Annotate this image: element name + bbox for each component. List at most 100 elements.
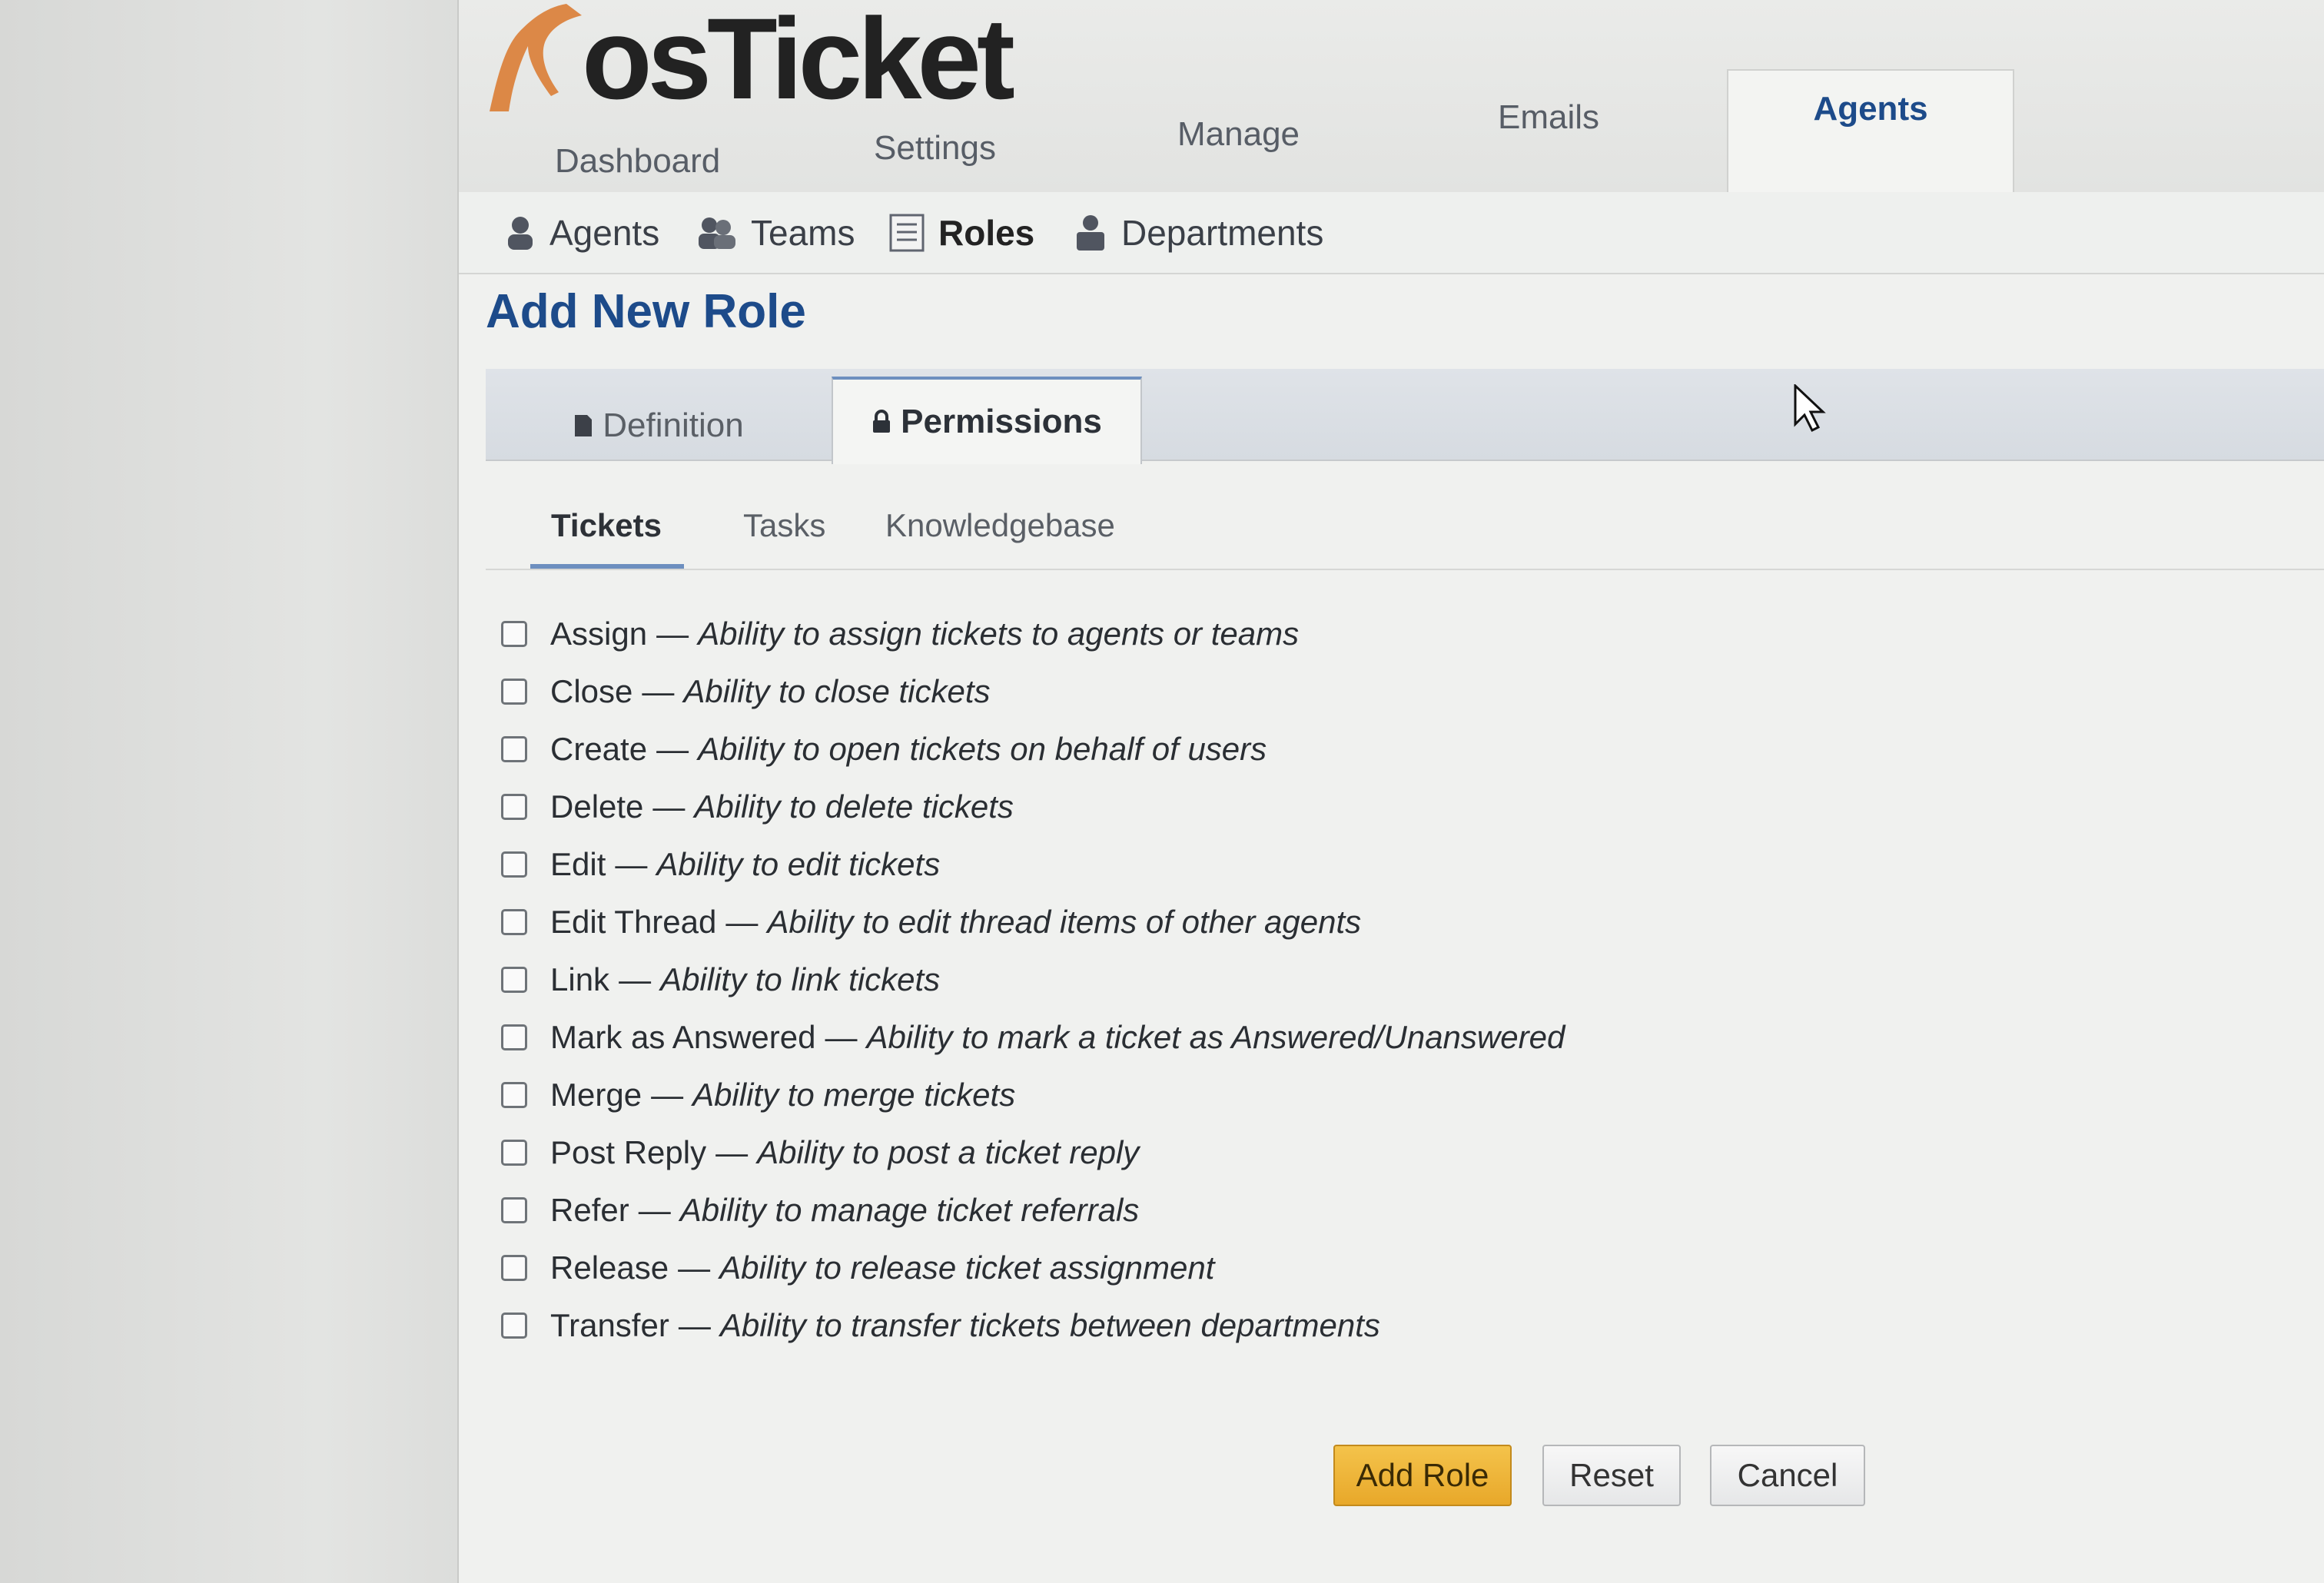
subnav-agents[interactable]: Agents bbox=[505, 192, 659, 273]
permission-description: Ability to edit tickets bbox=[656, 846, 941, 882]
permission-checkbox[interactable] bbox=[501, 1313, 527, 1339]
tab-permissions[interactable]: Permissions bbox=[832, 377, 1142, 464]
permission-name: Close bbox=[550, 673, 633, 709]
permission-subtabs: Tickets Tasks Knowledgebase bbox=[486, 492, 2324, 570]
separator: — bbox=[619, 961, 652, 997]
permission-checkbox[interactable] bbox=[501, 794, 527, 820]
subnav-departments[interactable]: Departments bbox=[1074, 192, 1323, 273]
permission-row: Close — Ability to close tickets bbox=[501, 665, 991, 718]
permission-checkbox[interactable] bbox=[501, 1197, 527, 1223]
osticket-admin-page: osTicket Dashboard Settings Manage Email… bbox=[457, 0, 2324, 1583]
permission-row: Release — Ability to release ticket assi… bbox=[501, 1241, 1214, 1295]
subnav-label: Agents bbox=[549, 212, 660, 253]
permission-name: Release bbox=[550, 1249, 669, 1286]
subtab-tasks[interactable]: Tasks bbox=[743, 507, 825, 544]
permission-checkbox[interactable] bbox=[501, 736, 527, 762]
permission-row: Transfer — Ability to transfer tickets b… bbox=[501, 1299, 1380, 1352]
permission-checkbox[interactable] bbox=[501, 1140, 527, 1166]
subnav-roles[interactable]: Roles bbox=[889, 192, 1034, 273]
form-tabs: Definition Permissions bbox=[486, 369, 2324, 464]
list-icon bbox=[889, 214, 925, 251]
separator: — bbox=[715, 1134, 749, 1170]
permission-name: Edit Thread bbox=[550, 904, 717, 940]
user-icon bbox=[508, 216, 533, 250]
separator: — bbox=[656, 616, 689, 652]
department-icon bbox=[1077, 214, 1104, 251]
permission-name: Refer bbox=[550, 1192, 629, 1228]
desktop-margin bbox=[0, 0, 457, 1583]
permission-checkbox[interactable] bbox=[501, 909, 527, 935]
separator: — bbox=[656, 731, 689, 767]
permission-name: Delete bbox=[550, 788, 644, 825]
permission-name: Assign bbox=[550, 616, 648, 652]
separator: — bbox=[678, 1307, 711, 1343]
mouse-cursor-icon bbox=[1794, 384, 1826, 433]
form-tab-label: Definition bbox=[603, 407, 744, 444]
permission-name: Post Reply bbox=[550, 1134, 707, 1170]
permission-name: Merge bbox=[550, 1077, 642, 1113]
subnav-teams[interactable]: Teams bbox=[697, 192, 855, 273]
permission-checkbox[interactable] bbox=[501, 1255, 527, 1281]
permission-checkbox[interactable] bbox=[501, 967, 527, 993]
permission-description: Ability to delete tickets bbox=[694, 788, 1014, 825]
active-tab-indicator bbox=[530, 564, 684, 569]
separator: — bbox=[615, 846, 648, 882]
subnav-label: Departments bbox=[1121, 212, 1324, 253]
permission-name: Link bbox=[550, 961, 610, 997]
lock-icon bbox=[873, 410, 891, 433]
separator: — bbox=[725, 904, 759, 940]
permission-checkbox[interactable] bbox=[501, 679, 527, 705]
permission-checkbox[interactable] bbox=[501, 1024, 527, 1050]
permission-row: Delete — Ability to delete tickets bbox=[501, 780, 1014, 834]
permission-checkbox[interactable] bbox=[501, 621, 527, 647]
main-nav: Dashboard Settings Manage Emails Agents bbox=[459, 69, 2324, 194]
permission-description: Ability to post a ticket reply bbox=[757, 1134, 1140, 1170]
permission-description: Ability to merge tickets bbox=[692, 1077, 1016, 1113]
permission-row: Assign — Ability to assign tickets to ag… bbox=[501, 607, 1299, 661]
team-icon bbox=[699, 217, 735, 249]
permission-row: Edit — Ability to edit tickets bbox=[501, 838, 940, 891]
header: osTicket Dashboard Settings Manage Email… bbox=[459, 0, 2324, 194]
separator: — bbox=[642, 673, 675, 709]
permission-checkbox[interactable] bbox=[501, 851, 527, 878]
separator: — bbox=[638, 1192, 671, 1228]
tab-settings[interactable]: Settings bbox=[874, 129, 996, 168]
permission-row: Mark as Answered — Ability to mark a tic… bbox=[501, 1011, 1565, 1064]
page-title: Add New Role bbox=[486, 285, 806, 338]
reset-button[interactable]: Reset bbox=[1542, 1445, 1681, 1506]
permission-name: Transfer bbox=[550, 1307, 669, 1343]
permission-description: Ability to mark a ticket as Answered/Una… bbox=[866, 1019, 1565, 1055]
permission-description: Ability to manage ticket referrals bbox=[679, 1192, 1140, 1228]
permission-description: Ability to release ticket assignment bbox=[719, 1249, 1215, 1286]
subtab-tickets[interactable]: Tickets bbox=[551, 507, 662, 544]
form-tab-label: Permissions bbox=[901, 403, 1102, 440]
separator: — bbox=[651, 1077, 684, 1113]
separator: — bbox=[652, 788, 686, 825]
permission-row: Post Reply — Ability to post a ticket re… bbox=[501, 1126, 1139, 1180]
permission-description: Ability to transfer tickets between depa… bbox=[719, 1307, 1380, 1343]
permission-checkbox[interactable] bbox=[501, 1082, 527, 1108]
tab-dashboard[interactable]: Dashboard bbox=[555, 142, 720, 181]
cancel-button[interactable]: Cancel bbox=[1710, 1445, 1865, 1506]
permission-description: Ability to open tickets on behalf of use… bbox=[698, 731, 1267, 767]
permission-name: Mark as Answered bbox=[550, 1019, 816, 1055]
separator: — bbox=[825, 1019, 858, 1055]
tab-agents[interactable]: Agents bbox=[1727, 69, 2014, 194]
subtab-knowledgebase[interactable]: Knowledgebase bbox=[885, 507, 1115, 544]
subnav-label: Teams bbox=[751, 212, 855, 253]
permission-description: Ability to link tickets bbox=[660, 961, 941, 997]
permission-name: Create bbox=[550, 731, 648, 767]
permission-description: Ability to assign tickets to agents or t… bbox=[698, 616, 1300, 652]
permission-row: Link — Ability to link tickets bbox=[501, 953, 940, 1007]
add-role-button[interactable]: Add Role bbox=[1333, 1445, 1512, 1506]
permission-row: Refer — Ability to manage ticket referra… bbox=[501, 1183, 1139, 1237]
document-icon bbox=[575, 415, 593, 436]
tab-manage[interactable]: Manage bbox=[1177, 115, 1300, 154]
tab-definition[interactable]: Definition bbox=[486, 392, 832, 460]
permission-row: Edit Thread — Ability to edit thread ite… bbox=[501, 895, 1361, 949]
tab-emails[interactable]: Emails bbox=[1498, 98, 1599, 137]
sub-nav: Agents Teams Roles Departments bbox=[459, 192, 2324, 274]
permission-row: Create — Ability to open tickets on beha… bbox=[501, 722, 1267, 776]
permission-name: Edit bbox=[550, 846, 606, 882]
subnav-label: Roles bbox=[938, 212, 1035, 253]
